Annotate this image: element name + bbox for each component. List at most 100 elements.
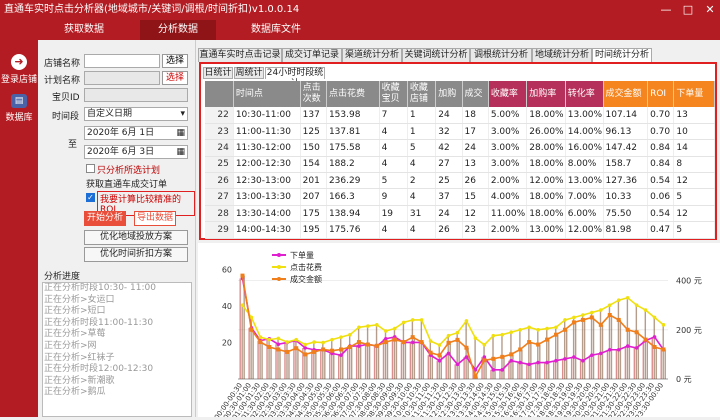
data-point bbox=[437, 358, 442, 363]
chart-bar bbox=[530, 342, 532, 379]
minimize-button[interactable]: — bbox=[656, 0, 676, 20]
data-point bbox=[384, 336, 388, 341]
chart-bar bbox=[651, 336, 653, 379]
tab-channel-stats[interactable]: 渠道统计分析 bbox=[342, 48, 402, 62]
data-point bbox=[437, 353, 442, 358]
only-plan-checkbox[interactable] bbox=[86, 164, 95, 173]
chart-bar bbox=[644, 310, 647, 379]
tab-time-stats[interactable]: 时间统计分析 bbox=[592, 48, 652, 62]
tab-order-records[interactable]: 成交订单记录 bbox=[282, 48, 342, 62]
column-header[interactable]: 收藏宝贝 bbox=[379, 81, 408, 107]
table-cell: 4 bbox=[379, 156, 408, 174]
table-cell: 13:00-13:30 bbox=[233, 188, 301, 206]
chart-bar bbox=[535, 362, 537, 379]
column-header[interactable]: 点击花费 bbox=[326, 81, 380, 107]
table-row[interactable]: 22 10:30-11:00 137 153.98 7 1 24 18 5.00% 18.00% 1… bbox=[205, 107, 715, 124]
chart-bar bbox=[655, 347, 657, 379]
chart-bar bbox=[581, 315, 584, 379]
data-point bbox=[347, 345, 352, 349]
table-row[interactable]: 23 11:00-11:30 125 137.81 4 1 32 17 3.00% 26.00% 1… bbox=[205, 123, 715, 141]
column-header[interactable]: 收藏率 bbox=[488, 81, 528, 107]
shop-select-button[interactable]: 选择 bbox=[162, 54, 188, 68]
plan-input[interactable] bbox=[84, 71, 160, 85]
maximize-button[interactable]: □ bbox=[678, 0, 698, 20]
close-button[interactable]: ✕ bbox=[700, 0, 720, 20]
period-select[interactable]: 自定义日期 ▾ bbox=[84, 107, 188, 121]
progress-log[interactable]: 正在分析时段10:30- 11:00 正在分析>女运口 正在分析>短口 正在分析… bbox=[42, 282, 192, 417]
legend-label: 点击花费 bbox=[290, 262, 322, 272]
time-stats-table: 时间点 点击次数 点击花费 收藏宝贝 收藏店铺 加购 成交 收藏率 加购率 转化率 成交金额 ROI 下… bbox=[205, 81, 715, 239]
subtab-24h[interactable]: 24小时时段统计 bbox=[265, 67, 325, 89]
table-row[interactable]: 24 11:30-12:00 150 175.58 4 5 42 24 3.00% 28.00% 1… bbox=[205, 139, 715, 157]
menu-database-file[interactable]: 数据库文件 bbox=[236, 20, 316, 40]
table-cell: 236.29 bbox=[326, 172, 380, 190]
data-point bbox=[599, 351, 603, 356]
chart-bar bbox=[422, 342, 425, 379]
column-header[interactable]: 加购率 bbox=[526, 81, 566, 107]
chart-bar bbox=[340, 337, 342, 379]
chart-bar bbox=[606, 349, 609, 379]
data-point bbox=[590, 310, 594, 315]
table-cell: 24 bbox=[462, 139, 489, 157]
chart-bar bbox=[377, 345, 380, 379]
table-row[interactable]: 27 13:00-13:30 207 166.3 9 4 37 15 4.00% 18.00% 7.… bbox=[205, 188, 715, 206]
column-header[interactable]: 加购 bbox=[435, 81, 463, 107]
chart-bar bbox=[583, 319, 586, 379]
data-point bbox=[428, 350, 433, 355]
item-id-input[interactable] bbox=[84, 88, 188, 102]
column-header[interactable]: 成交 bbox=[462, 81, 489, 107]
table-row[interactable]: 29 14:00-14:30 195 175.76 4 4 26 23 2.00% 13.00% 1… bbox=[205, 221, 715, 239]
subtab-daily[interactable]: 日统计 bbox=[203, 67, 233, 79]
table-cell: 12 bbox=[673, 205, 715, 223]
chart-bar bbox=[610, 315, 613, 379]
data-point bbox=[554, 325, 558, 330]
chart-bar bbox=[306, 354, 308, 379]
optimize-region-button[interactable]: 优化地域投放方案 bbox=[84, 230, 188, 245]
table-cell: 153.98 bbox=[326, 107, 380, 124]
data-point bbox=[303, 346, 307, 350]
table-row[interactable]: 26 12:30-13:00 201 236.29 5 2 25 26 2.00% 12.00% 1… bbox=[205, 172, 715, 190]
plan-select-button[interactable]: 选择 bbox=[162, 71, 188, 85]
tab-click-records[interactable]: 直通车实时点击记录 bbox=[198, 48, 282, 62]
column-header[interactable]: 下单量 bbox=[673, 81, 715, 107]
table-cell: 0.70 bbox=[647, 107, 675, 124]
export-data-button[interactable]: 导出数据 bbox=[134, 211, 176, 226]
chart-bar bbox=[628, 329, 631, 379]
data-point bbox=[536, 342, 541, 347]
tab-crowd-stats[interactable]: 调根统计分析 bbox=[470, 48, 532, 62]
data-point bbox=[339, 347, 344, 352]
chart-bar bbox=[359, 342, 362, 379]
table-cell: 0.54 bbox=[647, 172, 675, 190]
column-header[interactable]: 成交金额 bbox=[603, 81, 649, 107]
chart-bar bbox=[295, 339, 297, 379]
menu-analyze-data[interactable]: 分析数据 bbox=[140, 20, 216, 40]
date-from-picker[interactable]: 2020年 6月 1日 ▦ bbox=[84, 126, 188, 140]
column-header[interactable]: ROI bbox=[647, 81, 675, 107]
column-header[interactable]: 转化率 bbox=[565, 81, 604, 107]
progress-line: 正在分析时段11:00-11:30 bbox=[44, 317, 154, 328]
tab-keyword-stats[interactable]: 关键词统计分析 bbox=[402, 48, 470, 62]
chart-bar bbox=[646, 339, 649, 379]
column-header[interactable]: 点击次数 bbox=[300, 81, 327, 107]
optimize-time-button[interactable]: 优化时间折扣方案 bbox=[84, 247, 188, 262]
shop-input[interactable] bbox=[84, 54, 160, 68]
nav-database[interactable]: ▤ 数据库 bbox=[0, 94, 38, 123]
column-header[interactable] bbox=[205, 81, 234, 107]
data-point bbox=[276, 347, 281, 352]
column-header[interactable]: 时间点 bbox=[233, 81, 301, 107]
subtab-weekly[interactable]: 周统计 bbox=[234, 67, 264, 79]
data-point bbox=[491, 356, 496, 361]
start-analysis-button[interactable]: 开始分析 bbox=[84, 211, 126, 226]
menu-fetch-data[interactable]: 获取数据 bbox=[44, 20, 124, 40]
roi-checkbox[interactable]: ✓ bbox=[86, 193, 95, 202]
tab-region-stats[interactable]: 地域统计分析 bbox=[532, 48, 592, 62]
fetch-orders-label: 获取直通车成交订单 bbox=[86, 180, 168, 190]
nav-login-shop[interactable]: ➜ 登录店铺 bbox=[0, 54, 38, 85]
chart-bar bbox=[546, 328, 548, 379]
data-point bbox=[285, 340, 290, 344]
table-row[interactable]: 28 13:30-14:00 175 138.94 19 31 24 12 11.00% 18.0… bbox=[205, 205, 715, 223]
data-point bbox=[464, 355, 469, 359]
date-to-picker[interactable]: 2020年 6月 3日 ▦ bbox=[84, 145, 188, 159]
column-header[interactable]: 收藏店铺 bbox=[407, 81, 437, 107]
table-row[interactable]: 25 12:00-12:30 154 188.2 4 4 27 13 3.00% 18.00% 8.… bbox=[205, 156, 715, 174]
